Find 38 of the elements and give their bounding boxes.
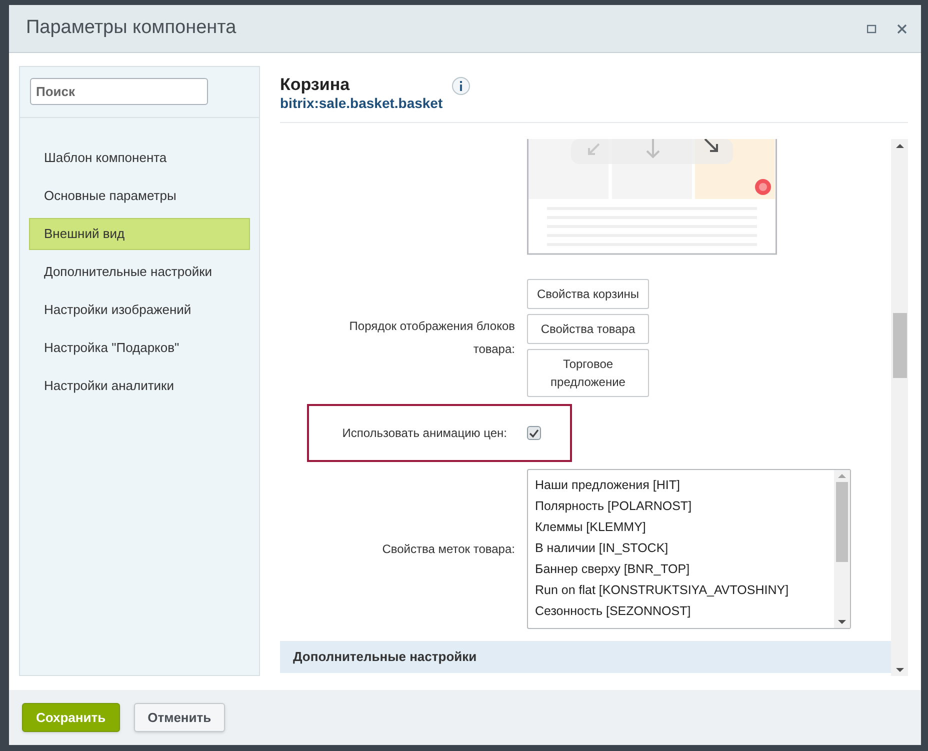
maximize-icon[interactable]	[867, 24, 877, 34]
close-icon[interactable]	[897, 24, 907, 34]
list-option[interactable]: Баннер сверху [BNR_TOP]	[535, 559, 834, 580]
list-option[interactable]: Run on flat [KONSTRUKTSIYA_AVTOSHINY]	[535, 580, 834, 601]
sidebar-item[interactable]: Шаблон компонента	[29, 142, 250, 174]
order-block-button[interactable]: Свойства корзины	[527, 279, 649, 309]
component-title: Корзина	[280, 75, 351, 95]
multi-select-list[interactable]: Наши предложения [HIT] Полярность [POLARNOST] Клеммы [KLEMMY] В наличии [IN_STOCK] Баннер сверху [BNR_TOP] Run on flat [KONSTRUKTSIYA_AVTOSHINY] Сезонность [SEZONNOST]	[527, 469, 851, 629]
list-scrollbar[interactable]	[834, 470, 850, 628]
order-block-button[interactable]: Свойства товара	[527, 314, 649, 344]
sidebar-item[interactable]: Основные параметры	[29, 180, 250, 212]
checkbox[interactable]	[527, 426, 541, 440]
list-option[interactable]: Наши предложения [HIT]	[535, 475, 834, 496]
scrollbar[interactable]	[891, 139, 908, 676]
field-label: Свойства меток товара:	[382, 541, 515, 558]
sidebar-item[interactable]: Настройка "Подарков"	[29, 332, 250, 364]
search-field[interactable]: Поиск	[30, 78, 208, 105]
field-label: Использовать анимацию цен:	[341, 425, 507, 442]
component-code: bitrix:sale.basket.basket	[280, 95, 443, 112]
window-title: Параметры компонента	[26, 16, 238, 40]
list-option[interactable]: Клеммы [KLEMMY]	[535, 517, 834, 538]
scroll-up-icon[interactable]	[896, 143, 904, 149]
list-option[interactable]: Полярность [POLARNOST]	[535, 496, 834, 517]
sidebar-item[interactable]: Внешний вид	[29, 218, 250, 250]
order-block-button[interactable]: Торговое предложение	[527, 349, 649, 397]
field-label: Порядок отображения блоков товара:	[348, 318, 515, 358]
sidebar-item[interactable]: Настройки аналитики	[29, 370, 250, 402]
sidebar-item[interactable]: Дополнительные настройки	[29, 256, 250, 288]
sidebar-item[interactable]: Настройки изображений	[29, 294, 250, 326]
scroll-thumb[interactable]	[892, 313, 906, 378]
scroll-thumb[interactable]	[836, 482, 848, 562]
info-icon[interactable]	[452, 77, 470, 95]
scroll-down-icon[interactable]	[896, 667, 904, 673]
section-header: Дополнительные настройки	[280, 641, 891, 673]
scroll-down-icon[interactable]	[838, 619, 846, 625]
cancel-button[interactable]: Отменить	[134, 703, 226, 732]
list-option[interactable]: Сезонность [SEZONNOST]	[535, 601, 834, 622]
list-option[interactable]: В наличии [IN_STOCK]	[535, 538, 834, 559]
